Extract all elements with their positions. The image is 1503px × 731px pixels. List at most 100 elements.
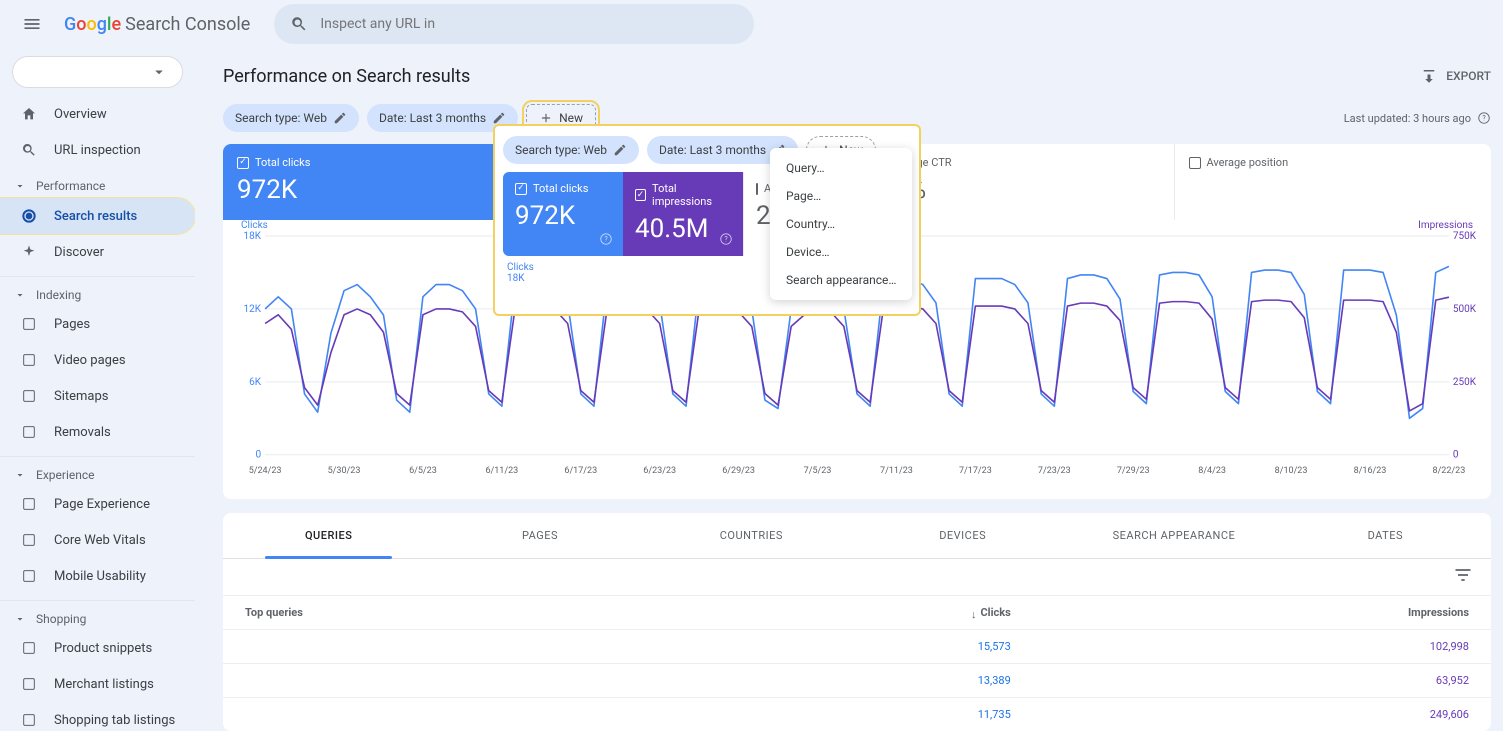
sidebar-group-performance[interactable]: Performance	[0, 168, 195, 198]
export-label: EXPORT	[1446, 69, 1491, 83]
table-row[interactable]: 11,735249,606	[223, 697, 1491, 731]
sidebar-item-product-snippets[interactable]: Product snippets	[0, 630, 195, 666]
sidebar-item-mobile-usability[interactable]: Mobile Usability	[0, 558, 195, 594]
item-icon	[20, 351, 38, 369]
chevron-down-icon	[14, 289, 26, 301]
property-selector[interactable]	[12, 56, 183, 88]
sidebar-item-url-inspection[interactable]: URL inspection	[0, 132, 195, 168]
popover-item-search-appearance-[interactable]: Search appearance…	[770, 266, 912, 294]
tab-pages[interactable]: PAGES	[434, 513, 645, 558]
metric-value: 2.4%	[871, 175, 1160, 205]
table-filter-button[interactable]	[1453, 565, 1473, 589]
sidebar-item-overview[interactable]: Overview	[0, 96, 195, 132]
sidebar-item-video-pages[interactable]: Video pages	[0, 342, 195, 378]
search-icon	[20, 141, 38, 159]
tab-search-appearance[interactable]: SEARCH APPEARANCE	[1068, 513, 1279, 558]
sidebar-item-merchant-listings[interactable]: Merchant listings	[0, 666, 195, 702]
col-top-queries[interactable]: Top queries	[223, 595, 667, 629]
svg-text:6/17/23: 6/17/23	[564, 466, 597, 476]
chip-search-type[interactable]: Search type: Web	[223, 104, 359, 132]
sidebar-item-core-web-vitals[interactable]: Core Web Vitals	[0, 522, 195, 558]
sidebar-item-sitemaps[interactable]: Sitemaps	[0, 378, 195, 414]
sidebar-group-experience[interactable]: Experience	[0, 456, 195, 486]
sidebar-item-label: Page Experience	[54, 497, 150, 512]
cell-clicks: 13,389	[667, 663, 1032, 697]
tab-devices[interactable]: DEVICES	[857, 513, 1068, 558]
table-row[interactable]: 15,573102,998	[223, 629, 1491, 663]
svg-text:?: ?	[1482, 114, 1486, 122]
sidebar-item-label: Sitemaps	[54, 389, 109, 404]
sidebar-item-pages[interactable]: Pages	[0, 306, 195, 342]
col-clicks[interactable]: ↓Clicks	[667, 595, 1032, 629]
table-row[interactable]: 13,38963,952	[223, 663, 1491, 697]
last-updated: Last updated: 3 hours ago ?	[1344, 111, 1491, 125]
last-updated-label: Last updated: 3 hours ago	[1344, 112, 1471, 125]
cell-query	[223, 663, 667, 697]
popover-item-device-[interactable]: Device…	[770, 238, 912, 266]
svg-text:8/10/23: 8/10/23	[1275, 466, 1308, 476]
item-icon	[20, 639, 38, 657]
chip-label: Search type: Web	[235, 111, 327, 125]
sidebar-item-label: Merchant listings	[54, 677, 154, 692]
sidebar-group-indexing[interactable]: Indexing	[0, 276, 195, 306]
item-icon	[20, 315, 38, 333]
search-icon	[290, 15, 308, 33]
col-label: Clicks	[980, 606, 1010, 619]
chip-date[interactable]: Date: Last 3 months	[367, 104, 518, 132]
edit-icon	[333, 111, 347, 125]
sidebar-item-shopping-tab-listings[interactable]: Shopping tab listings	[0, 702, 195, 731]
sidebar-item-discover[interactable]: Discover	[0, 234, 195, 270]
sidebar-item-page-experience[interactable]: Page Experience	[0, 486, 195, 522]
url-inspect-search[interactable]	[274, 4, 754, 44]
chip-label: New	[559, 111, 583, 125]
sidebar-item-search-results[interactable]: Search results	[0, 198, 195, 234]
popover-item-country-[interactable]: Country…	[770, 210, 912, 238]
sidebar-group-label: Performance	[36, 179, 105, 193]
help-icon[interactable]: ?	[516, 196, 530, 210]
svg-text:6/5/23: 6/5/23	[409, 466, 437, 476]
hamburger-menu[interactable]	[8, 0, 56, 48]
chip-new[interactable]: New	[526, 104, 596, 132]
cell-impressions: 102,998	[1033, 629, 1491, 663]
col-impressions[interactable]: Impressions	[1033, 595, 1491, 629]
metric-label: Total impressions	[572, 156, 659, 169]
tab-queries[interactable]: QUERIES	[223, 513, 434, 558]
item-icon	[20, 567, 38, 585]
help-icon[interactable]: ?	[1477, 111, 1491, 125]
tab-countries[interactable]: COUNTRIES	[646, 513, 857, 558]
item-icon	[20, 243, 38, 261]
item-icon	[20, 423, 38, 441]
sidebar-item-label: Core Web Vitals	[54, 533, 146, 548]
item-icon	[20, 495, 38, 513]
sidebar-group-shopping[interactable]: Shopping	[0, 600, 195, 630]
home-icon	[20, 105, 38, 123]
sidebar-item-label: Overview	[54, 107, 107, 122]
svg-text:6/23/23: 6/23/23	[643, 466, 676, 476]
popover-item-page-[interactable]: Page…	[770, 182, 912, 210]
cell-query	[223, 629, 667, 663]
svg-text:6/11/23: 6/11/23	[485, 466, 518, 476]
svg-text:7/29/23: 7/29/23	[1117, 466, 1150, 476]
logo: Google Search Console	[64, 14, 250, 35]
sidebar-item-removals[interactable]: Removals	[0, 414, 195, 450]
main-content: Performance on Search results EXPORT Sea…	[195, 48, 1503, 731]
popover-item-query-[interactable]: Query…	[770, 154, 912, 182]
sidebar-item-label: Mobile Usability	[54, 569, 146, 584]
svg-text:7/5/23: 7/5/23	[804, 466, 832, 476]
export-button[interactable]: EXPORT	[1420, 67, 1491, 85]
chevron-down-icon	[14, 613, 26, 625]
url-inspect-input[interactable]	[320, 16, 738, 32]
filter-icon	[1453, 565, 1473, 585]
sidebar-item-label: Search results	[54, 209, 137, 224]
sidebar-group-label: Experience	[36, 468, 95, 482]
tab-dates[interactable]: DATES	[1280, 513, 1491, 558]
y-axis-right-label: Impressions	[1418, 220, 1473, 231]
google-wordmark: Google	[64, 14, 121, 35]
metric-label: Total clicks	[255, 156, 310, 169]
svg-text:5/24/23: 5/24/23	[249, 466, 282, 476]
svg-text:?: ?	[521, 199, 525, 207]
svg-text:250K: 250K	[1453, 377, 1477, 388]
metric-total-clicks[interactable]: Total clicks 972K ?	[223, 144, 540, 220]
svg-text:8/22/23: 8/22/23	[1433, 466, 1466, 476]
metric-average-position[interactable]: Average position	[1174, 144, 1492, 220]
